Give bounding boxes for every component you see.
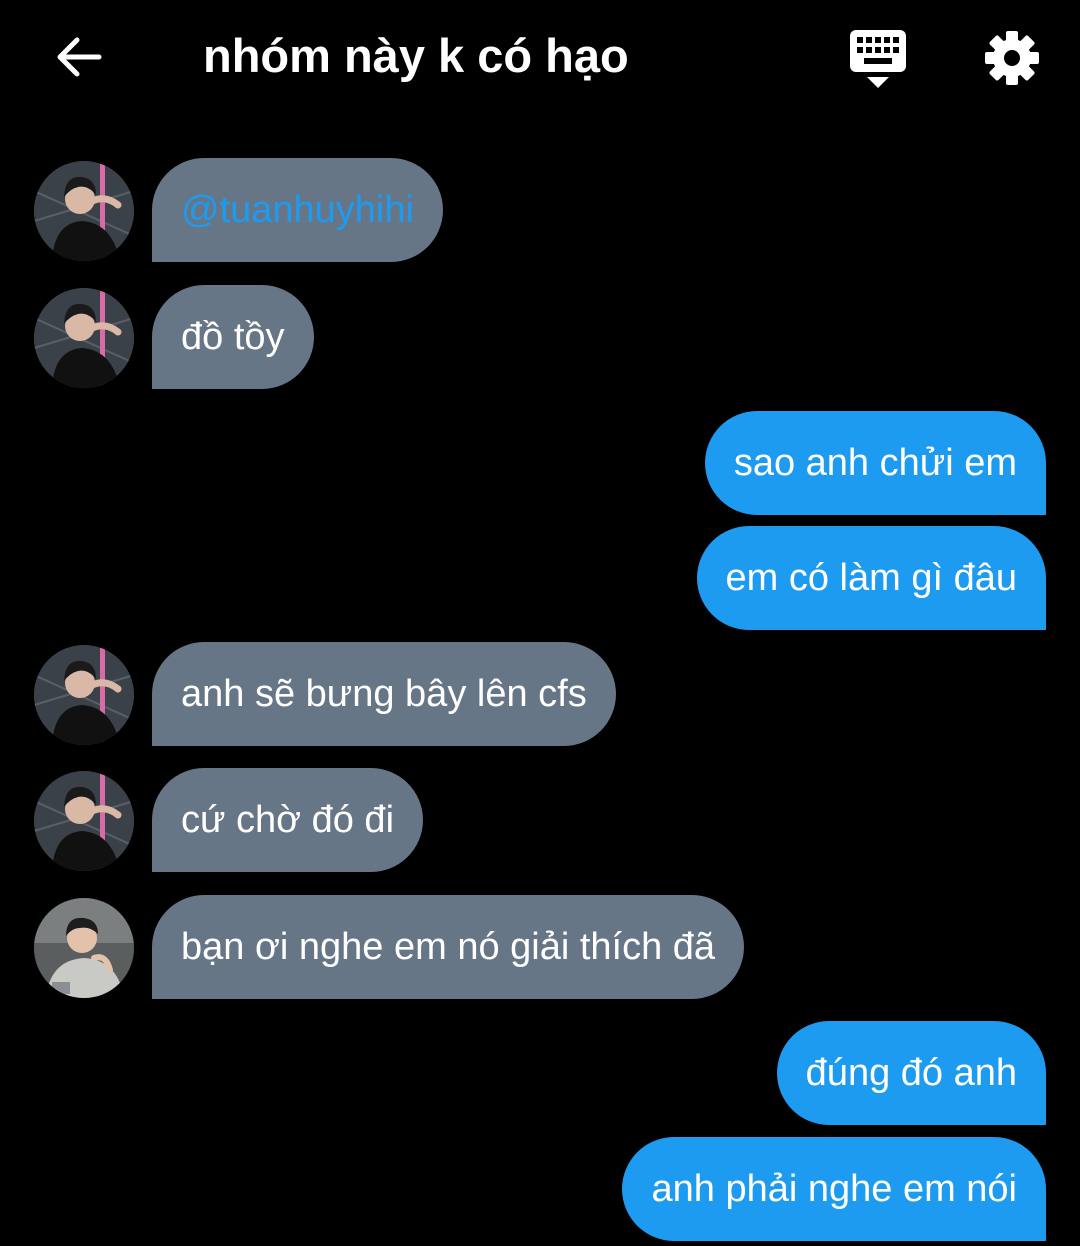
avatar-photo	[34, 771, 134, 871]
message-row: sao anh chửi em	[0, 411, 1080, 515]
message-text: bạn ơi nghe em nó giải thích đã	[181, 925, 716, 968]
message-text: cứ chờ đó đi	[181, 798, 395, 841]
incoming-message-bubble[interactable]: @tuanhuyhihi	[152, 158, 443, 262]
message-text: em có làm gì đâu	[725, 556, 1017, 599]
avatar[interactable]	[34, 288, 134, 388]
avatar[interactable]	[34, 161, 134, 261]
outgoing-message-bubble[interactable]: đúng đó anh	[776, 1021, 1046, 1125]
avatar-photo	[34, 288, 134, 388]
incoming-message-bubble[interactable]: anh sẽ bưng bây lên cfs	[152, 642, 616, 746]
message-row: anh sẽ bưng bây lên cfs	[0, 642, 1080, 746]
avatar-photo	[34, 161, 134, 261]
message-row: đồ tồy	[0, 285, 1080, 389]
message-text: anh phải nghe em nói	[651, 1167, 1017, 1210]
avatar[interactable]	[34, 898, 134, 998]
message-row: em có làm gì đâu	[0, 526, 1080, 630]
outgoing-message-bubble[interactable]: sao anh chửi em	[704, 411, 1046, 515]
avatar-photo	[34, 645, 134, 745]
incoming-message-bubble[interactable]: cứ chờ đó đi	[152, 768, 424, 872]
gear-icon	[985, 31, 1039, 85]
message-row: đúng đó anh	[0, 1021, 1080, 1125]
keyboard-toggle-button[interactable]	[846, 26, 910, 90]
outgoing-message-bubble[interactable]: em có làm gì đâu	[696, 526, 1046, 630]
outgoing-message-bubble[interactable]: anh phải nghe em nói	[622, 1137, 1046, 1241]
chat-header: nhóm này k có hạo	[0, 0, 1080, 112]
message-row: anh phải nghe em nói	[0, 1137, 1080, 1241]
keyboard-hide-icon	[850, 30, 906, 88]
mention-link[interactable]: @tuanhuyhihi	[181, 189, 414, 232]
back-button[interactable]	[50, 28, 108, 86]
message-text: đồ tồy	[181, 315, 285, 358]
message-row: cứ chờ đó đi	[0, 768, 1080, 872]
incoming-message-bubble[interactable]: bạn ơi nghe em nó giải thích đã	[152, 895, 745, 999]
message-row: @tuanhuyhihi	[0, 158, 1080, 262]
chat-title: nhóm này k có hạo	[203, 29, 629, 82]
avatar-photo	[34, 898, 134, 998]
message-text: anh sẽ bưng bây lên cfs	[181, 672, 587, 715]
avatar[interactable]	[34, 771, 134, 871]
message-text: đúng đó anh	[805, 1051, 1017, 1094]
avatar[interactable]	[34, 645, 134, 745]
arrow-left-icon	[57, 37, 102, 77]
message-text: sao anh chửi em	[733, 441, 1017, 484]
incoming-message-bubble[interactable]: đồ tồy	[152, 285, 314, 389]
message-row: bạn ơi nghe em nó giải thích đã	[0, 895, 1080, 999]
settings-button[interactable]	[980, 26, 1044, 90]
